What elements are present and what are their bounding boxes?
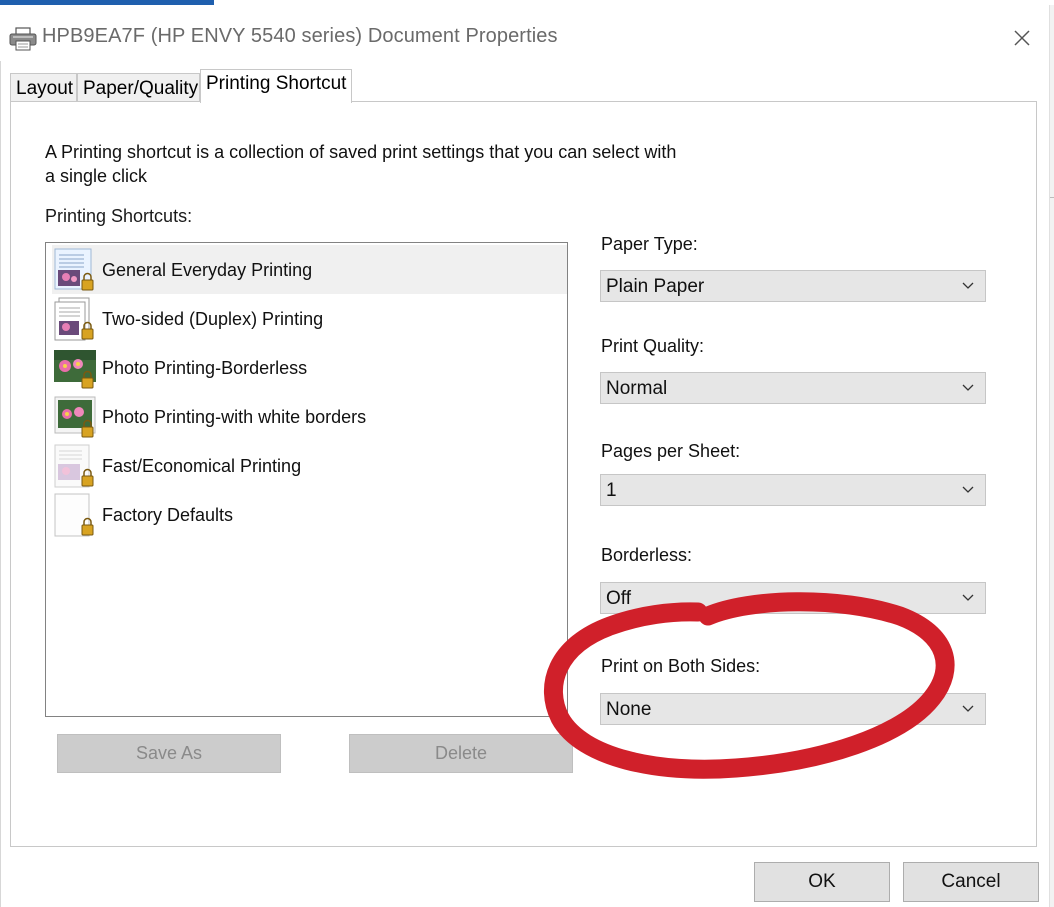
background-window-edge	[1049, 5, 1054, 907]
print-both-sides-label: Print on Both Sides:	[601, 656, 761, 676]
list-item-fast-economical[interactable]: Fast/Economical Printing	[52, 441, 567, 490]
list-item-general-everyday[interactable]: General Everyday Printing	[52, 245, 567, 294]
printer-icon	[9, 27, 37, 51]
faded-document-lock-icon	[54, 444, 94, 488]
bordered-photo-lock-icon	[54, 396, 96, 438]
blank-page-lock-icon	[54, 493, 94, 537]
list-item-label: Two-sided (Duplex) Printing	[102, 309, 324, 329]
chevron-down-icon	[962, 384, 974, 391]
list-item-photo-white-borders[interactable]: Photo Printing-with white borders	[52, 392, 567, 441]
print-both-sides-value: None	[606, 699, 652, 720]
chevron-down-icon	[962, 705, 974, 712]
print-quality-value: Normal	[606, 378, 668, 399]
cancel-button[interactable]: Cancel	[903, 862, 1039, 902]
duplex-document-lock-icon	[54, 297, 94, 341]
pages-per-sheet-select[interactable]: 1	[600, 474, 986, 506]
print-both-sides-select[interactable]: None	[600, 693, 986, 725]
paper-type-value: Plain Paper	[606, 276, 705, 297]
list-item-label: Factory Defaults	[102, 505, 234, 525]
tab-paper-quality[interactable]: Paper/Quality	[77, 73, 200, 101]
print-quality-select[interactable]: Normal	[600, 372, 986, 404]
paper-type-select[interactable]: Plain Paper	[600, 270, 986, 302]
tab-layout[interactable]: Layout	[10, 73, 77, 101]
window-title: HPB9EA7F (HP ENVY 5540 series) Document …	[42, 25, 558, 47]
shortcuts-list-label: Printing Shortcuts:	[45, 206, 193, 226]
pages-per-sheet-value: 1	[606, 480, 617, 501]
list-item-factory-defaults[interactable]: Factory Defaults	[52, 490, 567, 539]
close-icon[interactable]	[1009, 25, 1035, 51]
list-item-label: Fast/Economical Printing	[102, 456, 302, 476]
pages-per-sheet-label: Pages per Sheet:	[601, 441, 741, 461]
list-item-label: General Everyday Printing	[102, 260, 313, 280]
chevron-down-icon	[962, 594, 974, 601]
chevron-down-icon	[962, 486, 974, 493]
save-as-button[interactable]: Save As	[57, 734, 281, 773]
title-bar: HPB9EA7F (HP ENVY 5540 series) Document …	[0, 5, 1048, 61]
tab-printing-shortcut[interactable]: Printing Shortcut	[200, 69, 352, 103]
list-item-label: Photo Printing-with white borders	[102, 407, 367, 427]
list-item-two-sided[interactable]: Two-sided (Duplex) Printing	[52, 294, 567, 343]
shortcut-description: A Printing shortcut is a collection of s…	[45, 142, 677, 186]
ok-button[interactable]: OK	[754, 862, 890, 902]
print-quality-label: Print Quality:	[601, 336, 705, 356]
shortcuts-list[interactable]: General Everyday Printing Two-sided (Dup…	[45, 242, 568, 717]
chevron-down-icon	[962, 282, 974, 289]
paper-type-label: Paper Type:	[601, 234, 698, 254]
flower-photo-lock-icon	[54, 350, 96, 389]
borderless-value: Off	[606, 588, 631, 609]
borderless-select[interactable]: Off	[600, 582, 986, 614]
list-item-label: Photo Printing-Borderless	[102, 358, 308, 378]
borderless-label: Borderless:	[601, 545, 693, 565]
document-lock-icon	[54, 248, 94, 291]
delete-button[interactable]: Delete	[349, 734, 573, 773]
list-item-photo-borderless[interactable]: Photo Printing-Borderless	[52, 343, 567, 392]
